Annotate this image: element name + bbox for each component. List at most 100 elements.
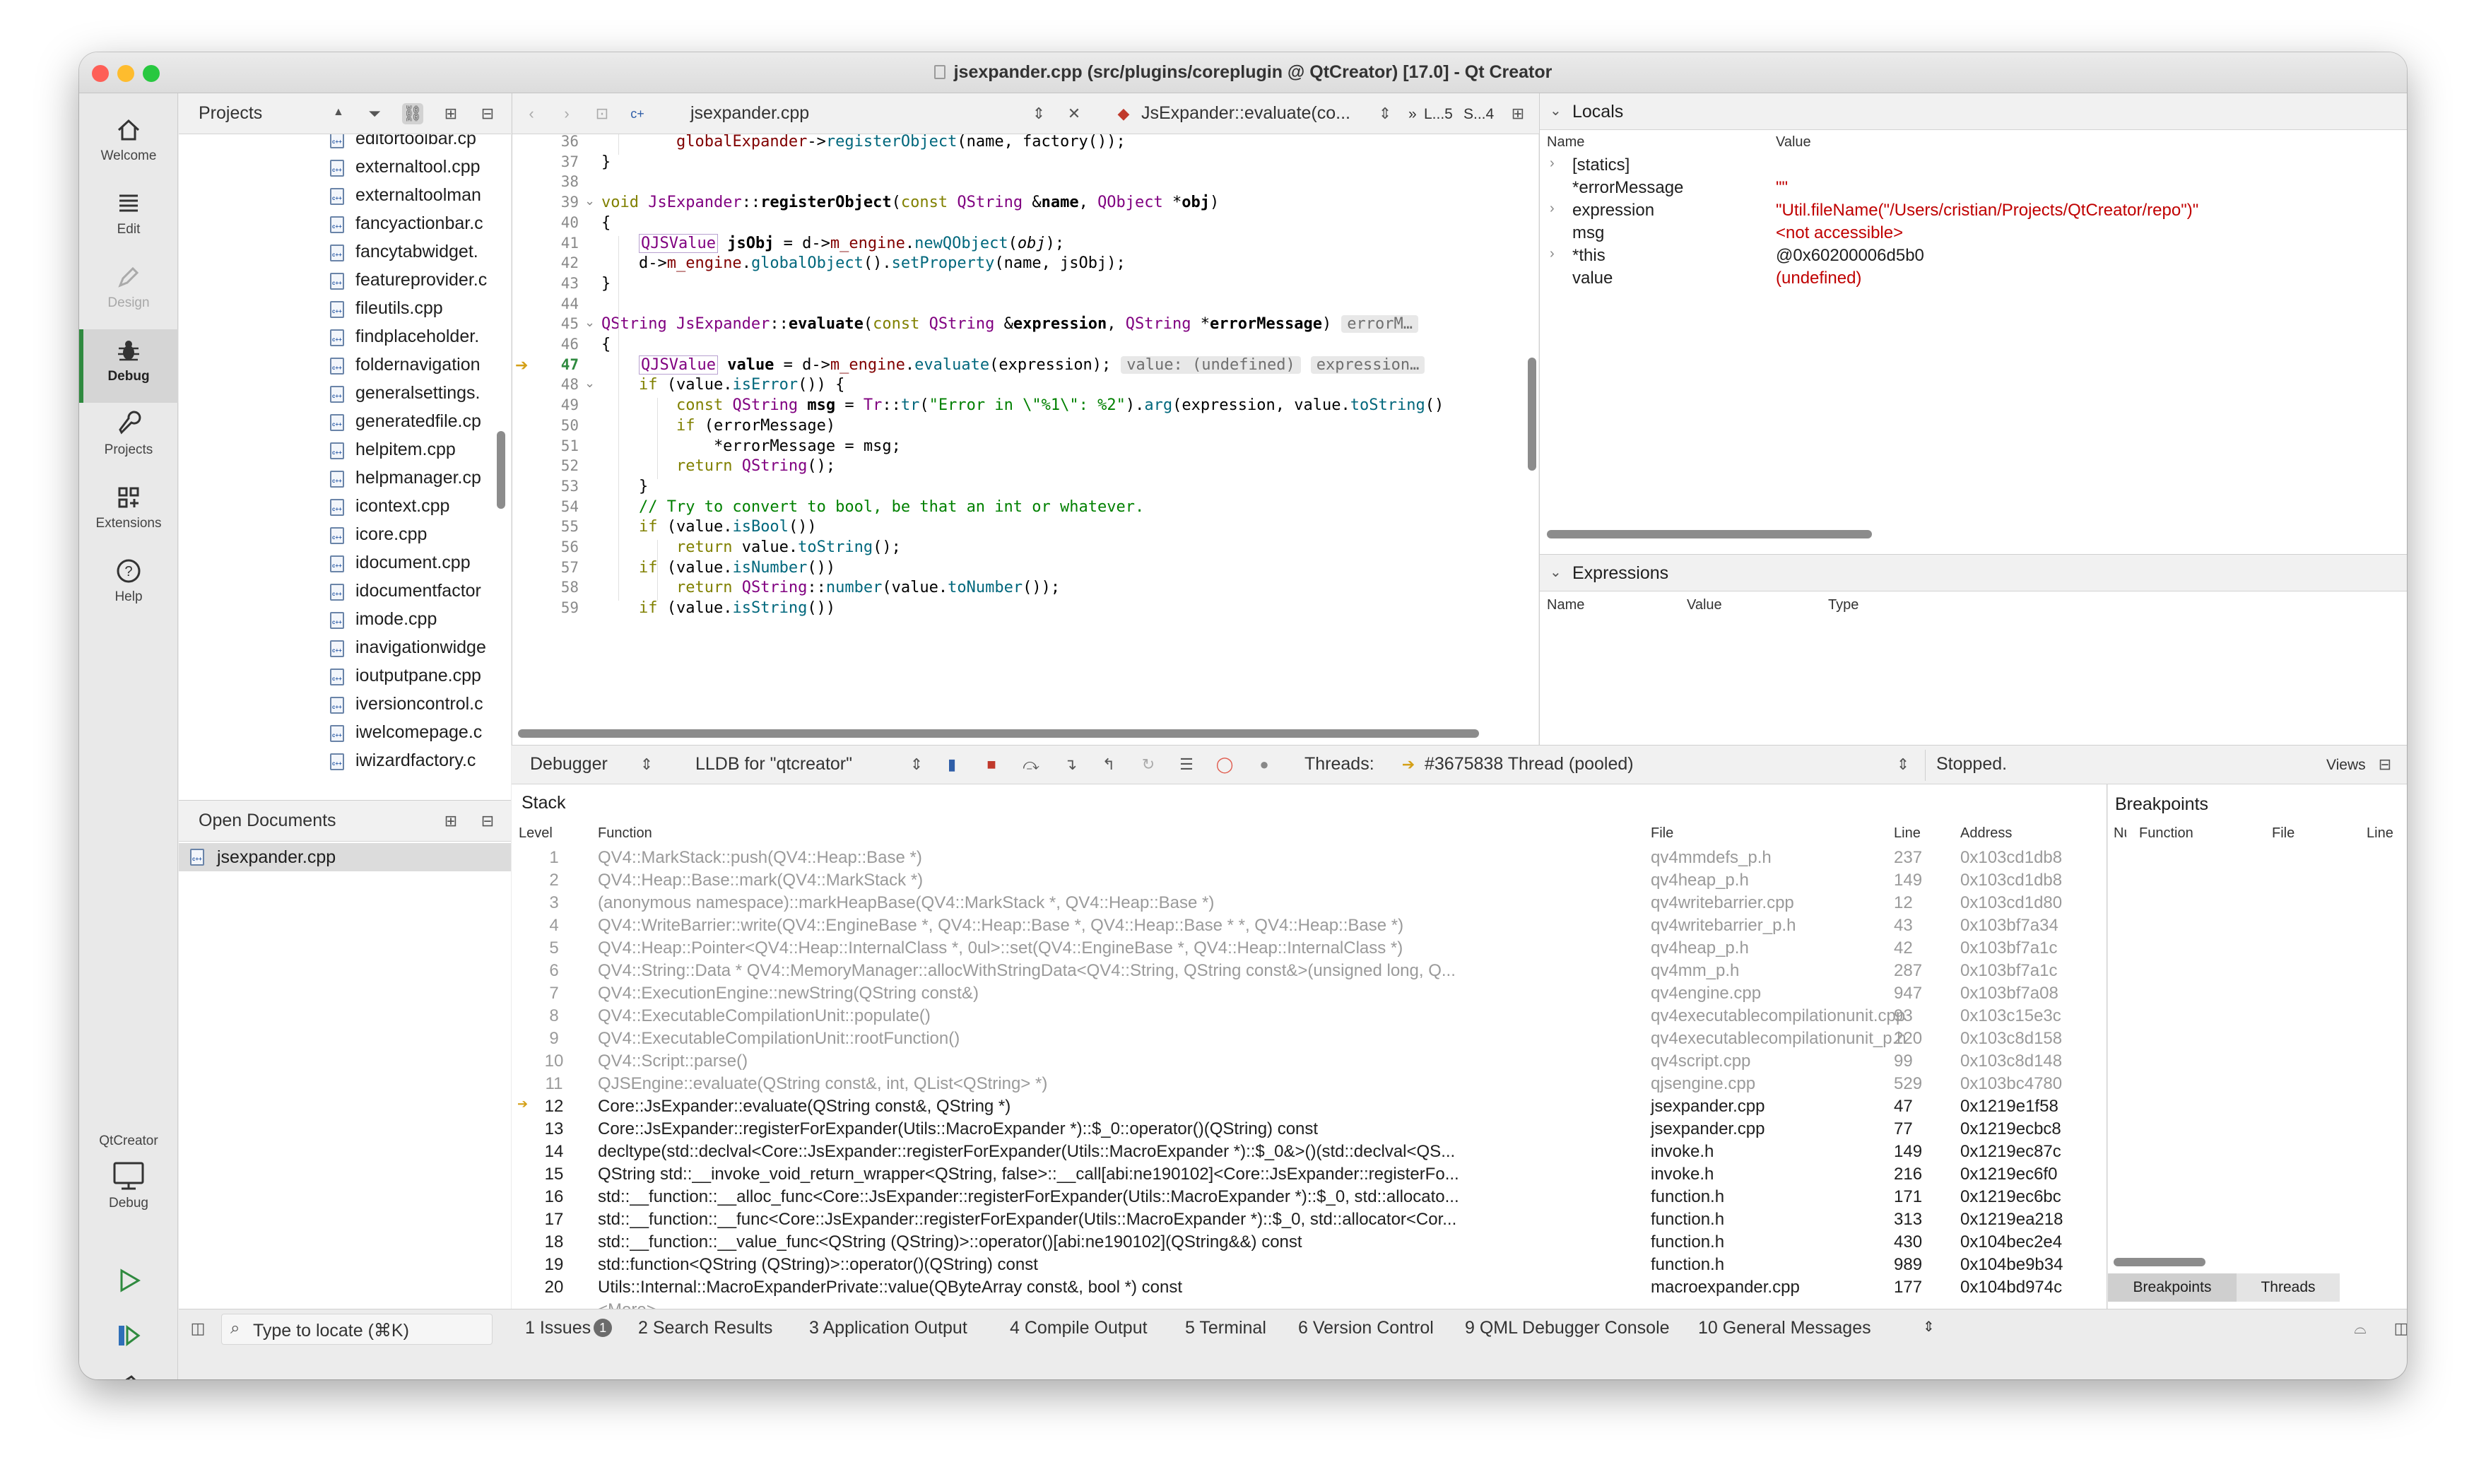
- expressions-value-header[interactable]: Value: [1687, 597, 1722, 613]
- project-file-item[interactable]: fileutils.cpp: [179, 295, 511, 324]
- stack-frame-row[interactable]: 16 std::__function::__alloc_func<Core::Js…: [512, 1187, 2107, 1210]
- project-file-item[interactable]: generalsettings.: [179, 380, 511, 408]
- start-debugging-button[interactable]: [79, 1314, 178, 1364]
- locals-row[interactable]: msg <not accessible>: [1540, 223, 2407, 246]
- mode-welcome[interactable]: Welcome: [79, 109, 178, 182]
- project-file-item[interactable]: findplaceholder.: [179, 324, 511, 352]
- debugger-engine-combo[interactable]: LLDB for "qtcreator": [695, 754, 852, 775]
- stack-frame-row[interactable]: 15 QString std::__invoke_void_return_wrap…: [512, 1165, 2107, 1187]
- editor-hscrollbar[interactable]: [518, 729, 1479, 738]
- toggle-sidebar-icon[interactable]: ◫: [187, 1318, 208, 1339]
- locals-row[interactable]: *errorMessage "": [1540, 178, 2407, 201]
- step-out-icon[interactable]: ↰: [1098, 754, 1119, 775]
- stack-frame-row[interactable]: 19 std::function<QString (QString)>::oper…: [512, 1255, 2107, 1278]
- mode-projects[interactable]: Projects: [79, 403, 178, 476]
- progress-icon[interactable]: ⌓: [2350, 1318, 2371, 1339]
- project-file-item[interactable]: iversioncontrol.c: [179, 691, 511, 719]
- locals-header[interactable]: ⌄ Locals: [1540, 93, 2407, 130]
- locals-row[interactable]: › [statics]: [1540, 155, 2407, 178]
- kit-selector[interactable]: Debug: [79, 1153, 178, 1227]
- expressions-name-header[interactable]: Name: [1547, 597, 1584, 613]
- column-indicator[interactable]: S...4: [1463, 106, 1494, 123]
- project-file-item[interactable]: iwelcomepage.c: [179, 719, 511, 748]
- stack-frame-row[interactable]: 9 QV4::ExecutableCompilationUnit::rootFun…: [512, 1029, 2107, 1052]
- stack-frame-row[interactable]: 11 QJSEngine::evaluate(QString const&, in…: [512, 1074, 2107, 1097]
- mode-extensions[interactable]: Extensions: [79, 476, 178, 550]
- thread-combo[interactable]: #3675838 Thread (pooled): [1425, 754, 1634, 775]
- chevron-right-icon[interactable]: ›: [1550, 155, 1555, 172]
- code-line[interactable]: if (value.isString()): [601, 599, 835, 617]
- stop-debugger-icon[interactable]: ■: [981, 754, 1002, 775]
- projects-view-combo[interactable]: Projects ▲: [199, 103, 344, 124]
- debugger-mode-combo[interactable]: Debugger: [530, 754, 608, 775]
- fold-chevron-icon[interactable]: ⌄: [584, 194, 595, 208]
- breakpoint-dot-icon[interactable]: ●: [1254, 754, 1275, 775]
- locals-name-header[interactable]: Name: [1547, 134, 1584, 151]
- code-line[interactable]: }: [601, 478, 648, 495]
- stack-frame-row[interactable]: 6 QV4::String::Data * QV4::MemoryManager:…: [512, 961, 2107, 984]
- project-file-item[interactable]: externaltool.cpp: [179, 154, 511, 182]
- locals-row[interactable]: › expression "Util.fileName("/Users/cristi…: [1540, 201, 2407, 223]
- project-file-item[interactable]: editortoolbar.cp: [179, 134, 511, 154]
- code-line[interactable]: return QString();: [601, 457, 835, 475]
- mode-help[interactable]: ? Help: [79, 550, 178, 623]
- close-split-icon[interactable]: ⊟: [477, 103, 498, 124]
- code-line[interactable]: d->m_engine.globalObject().setProperty(n…: [601, 254, 1126, 272]
- lock-icon[interactable]: ⊡: [591, 103, 613, 124]
- mode-debug[interactable]: Debug: [79, 329, 178, 403]
- project-file-item[interactable]: idocumentfactor: [179, 578, 511, 606]
- stack-line-header[interactable]: Line: [1894, 825, 1921, 842]
- open-documents-combo[interactable]: Open Documents: [199, 811, 336, 831]
- output-tab-qml-debugger-console[interactable]: 9 QML Debugger Console: [1465, 1318, 1670, 1338]
- breakpoints-function-header[interactable]: Function: [2139, 825, 2193, 842]
- code-line[interactable]: return QString::number(value.toNumber())…: [601, 579, 1060, 596]
- split-editor-icon[interactable]: ⊞: [1507, 103, 1528, 124]
- breakpoints-line-header[interactable]: Line: [2367, 825, 2393, 842]
- editor-vscrollbar[interactable]: [1528, 358, 1536, 471]
- build-button[interactable]: [79, 1365, 178, 1379]
- project-file-item[interactable]: helpitem.cpp: [179, 437, 511, 465]
- record-icon[interactable]: ◯: [1214, 754, 1235, 775]
- stack-frame-row[interactable]: 20 Utils::Internal::MacroExpanderPrivate:…: [512, 1278, 2107, 1300]
- stack-frame-row[interactable]: 5 QV4::Heap::Pointer<QV4::Heap::InternalC…: [512, 938, 2107, 961]
- output-tab-version-control[interactable]: 6 Version Control: [1298, 1318, 1434, 1338]
- locals-row[interactable]: value (undefined): [1540, 269, 2407, 291]
- forward-icon[interactable]: ›: [556, 103, 577, 124]
- project-tree-scrollbar[interactable]: [497, 431, 505, 509]
- stack-level-header[interactable]: Level: [519, 825, 553, 842]
- operate-by-instruction-icon[interactable]: ☰: [1176, 754, 1197, 775]
- mode-edit[interactable]: Edit: [79, 182, 178, 256]
- code-line[interactable]: if (errorMessage): [601, 417, 835, 435]
- stack-frame-row[interactable]: 1 QV4::MarkStack::push(QV4::Heap::Base *)…: [512, 848, 2107, 871]
- project-file-item[interactable]: ioutputpane.cpp: [179, 663, 511, 691]
- code-line[interactable]: if (value.isBool()): [601, 518, 817, 536]
- code-line[interactable]: void JsExpander::registerObject(const QS…: [601, 194, 1219, 211]
- tab-threads[interactable]: Threads: [2237, 1273, 2340, 1302]
- chevron-right-icon[interactable]: ›: [1550, 201, 1555, 217]
- link-with-editor-icon[interactable]: ⛓: [402, 103, 423, 124]
- more-tools[interactable]: »: [1408, 106, 1417, 123]
- symbol-combo[interactable]: JsExpander::evaluate(co...: [1141, 103, 1350, 124]
- code-line[interactable]: QString JsExpander::evaluate(const QStri…: [601, 315, 1418, 334]
- code-line[interactable]: if (value.isError()) {: [601, 376, 844, 394]
- fold-chevron-icon[interactable]: ⌄: [584, 315, 595, 330]
- restart-icon[interactable]: ↻: [1138, 754, 1159, 775]
- expressions-header[interactable]: ⌄ Expressions: [1540, 555, 2407, 591]
- back-icon[interactable]: ‹: [521, 103, 542, 124]
- project-file-item[interactable]: generatedfile.cp: [179, 408, 511, 437]
- tab-breakpoints[interactable]: Breakpoints: [2108, 1273, 2237, 1302]
- code-line[interactable]: const QString msg = Tr::tr("Error in \"%…: [601, 396, 1444, 414]
- project-file-item[interactable]: externaltoolman: [179, 182, 511, 211]
- project-file-item[interactable]: imode.cpp: [179, 606, 511, 635]
- mode-design[interactable]: Design: [79, 256, 178, 329]
- breakpoints-number-header[interactable]: Nu: [2114, 825, 2126, 842]
- filter-icon[interactable]: ⏷: [364, 103, 385, 124]
- toggle-right-sidebar-icon[interactable]: ◫: [2391, 1318, 2407, 1339]
- views-toggle-icon[interactable]: ⊟: [2374, 754, 2396, 775]
- breakpoints-file-header[interactable]: File: [2272, 825, 2294, 842]
- locals-row[interactable]: › *this @0x60200006d5b0: [1540, 246, 2407, 269]
- split-icon[interactable]: ⊞: [440, 811, 461, 832]
- line-indicator[interactable]: L...5: [1424, 106, 1453, 123]
- project-file-item[interactable]: inavigationwidge: [179, 635, 511, 663]
- stack-file-header[interactable]: File: [1651, 825, 1673, 842]
